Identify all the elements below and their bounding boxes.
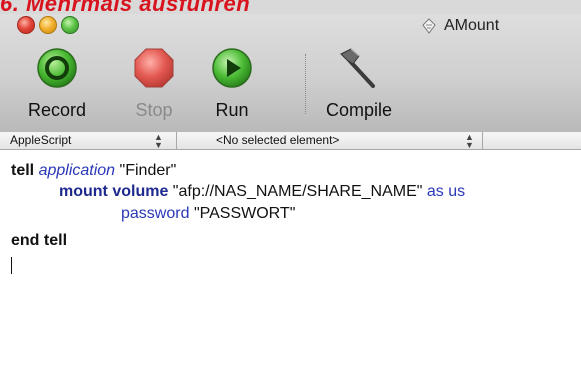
record-button[interactable]: Record	[28, 46, 86, 121]
window-title: AMount	[420, 17, 499, 35]
popup-arrows-icon: ▲ ▼	[154, 132, 163, 150]
run-label: Run	[215, 100, 249, 120]
window-title-text: AMount	[444, 17, 500, 34]
navigation-bar: AppleScript ▲ ▼ <No selected element> ▲ ▼	[0, 132, 581, 150]
code-line: mount volume "afp://NAS_NAME/SHARE_NAME"…	[59, 183, 466, 200]
stop-button[interactable]: Stop	[132, 46, 176, 121]
element-popup-value: <No selected element>	[216, 133, 340, 147]
language-popup-value: AppleScript	[10, 133, 72, 147]
popup-arrows-icon: ▲ ▼	[465, 132, 474, 150]
code-line: tell application "Finder"	[11, 162, 177, 179]
minimize-window-button[interactable]	[39, 16, 57, 34]
compile-label: Compile	[326, 100, 393, 120]
top-heading-strip: 6. Mehrmals ausführen	[0, 0, 581, 14]
text-caret	[11, 257, 12, 274]
zoom-window-button[interactable]	[61, 16, 79, 34]
play-icon	[210, 46, 254, 90]
close-window-button[interactable]	[17, 16, 35, 34]
hammer-icon	[337, 46, 381, 90]
stop-label: Stop	[135, 100, 173, 120]
compile-button[interactable]: Compile	[326, 46, 392, 121]
window-chrome: AMount Record Stop Run Compile	[0, 14, 581, 133]
section-heading: 6. Mehrmals ausführen	[0, 0, 251, 14]
element-popup[interactable]: <No selected element> ▲ ▼	[177, 132, 483, 150]
record-icon	[35, 46, 79, 90]
toolbar-separator	[305, 54, 306, 114]
code-line: end tell	[11, 232, 68, 249]
record-label: Record	[28, 100, 87, 120]
stop-icon	[132, 46, 176, 90]
script-icon	[422, 18, 436, 34]
script-editor[interactable]: tell application "Finder" mount volume "…	[0, 150, 581, 381]
language-popup[interactable]: AppleScript ▲ ▼	[0, 132, 177, 150]
code-line: password "PASSWORT"	[121, 205, 296, 222]
run-button[interactable]: Run	[210, 46, 254, 121]
